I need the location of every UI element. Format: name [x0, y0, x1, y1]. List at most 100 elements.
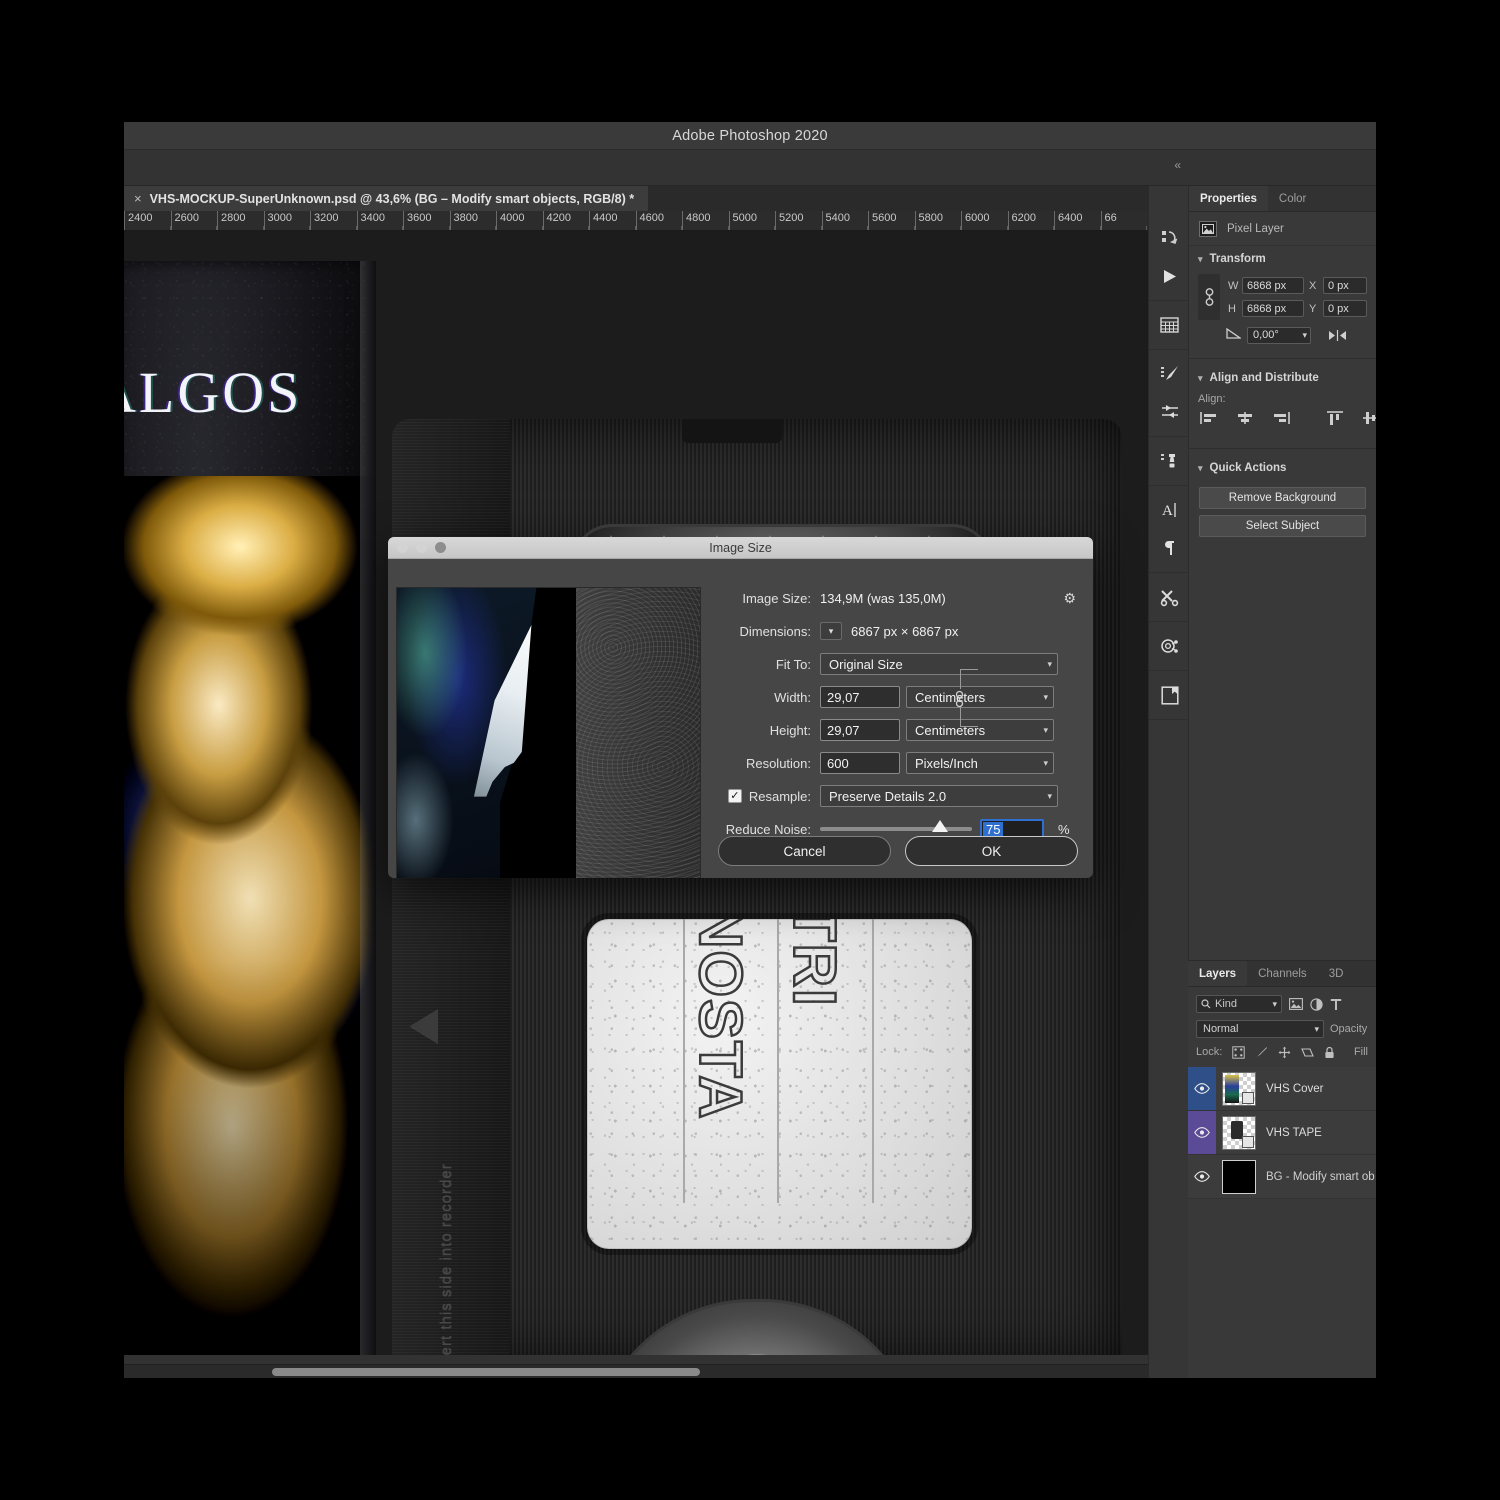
tab-properties[interactable]: Properties [1189, 186, 1268, 211]
tab-color[interactable]: Color [1268, 186, 1317, 211]
dock-group [1149, 437, 1190, 486]
transform-section-header[interactable]: ▾ Transform [1189, 246, 1376, 272]
horizontal-ruler[interactable]: 2400 2600 2800 3000 3200 3400 3600 3800 4000 4200… [124, 211, 1188, 231]
history-icon[interactable] [1150, 219, 1190, 257]
grid-table-icon[interactable] [1150, 306, 1190, 344]
chevron-down-icon: ▾ [1043, 757, 1048, 768]
gear-icon[interactable]: ⚙ [1063, 590, 1076, 607]
layer-visibility-toggle[interactable] [1188, 1155, 1216, 1198]
image-size-dialog[interactable]: Image Size do not touch Image Size: 134,… [388, 537, 1093, 878]
layer-visibility-toggle[interactable] [1188, 1111, 1216, 1154]
tool-presets-icon[interactable] [1150, 578, 1190, 616]
y-input[interactable]: 0 px [1323, 300, 1367, 317]
layer-visibility-toggle[interactable] [1188, 1067, 1216, 1110]
height-unit-select[interactable]: Centimeters ▾ [906, 719, 1054, 741]
image-preview[interactable]: do not touch [396, 587, 701, 878]
remove-background-button[interactable]: Remove Background [1199, 487, 1366, 509]
lock-position-icon[interactable] [1278, 1046, 1291, 1059]
panel-icon-dock[interactable]: A [1148, 186, 1190, 1378]
document-tabstrip: × VHS-MOCKUP-SuperUnknown.psd @ 43,6% (B… [124, 186, 1188, 211]
libraries-icon[interactable] [1150, 676, 1190, 714]
link-wh-icon[interactable] [1198, 274, 1220, 320]
ruler-tick: 2600 [170, 211, 218, 230]
x-input[interactable]: 0 px [1323, 277, 1367, 294]
paragraph-icon[interactable] [1150, 529, 1190, 567]
align-top-icon[interactable] [1326, 411, 1344, 430]
chevron-down-icon: ▾ [1047, 658, 1052, 669]
align-right-icon[interactable] [1272, 411, 1290, 430]
layer-thumbnail[interactable] [1222, 1115, 1256, 1150]
smart-object-badge-icon [1242, 1135, 1254, 1148]
dialog-height-input[interactable]: 29,07 [820, 719, 900, 741]
actions-play-icon[interactable] [1150, 257, 1190, 295]
window-controls[interactable] [397, 542, 446, 553]
dialog-width-input[interactable]: 29,07 [820, 686, 900, 708]
align-buttons-row[interactable] [1189, 411, 1376, 442]
width-input[interactable]: 6868 px [1242, 277, 1304, 294]
lock-transparency-icon[interactable] [1232, 1045, 1245, 1059]
close-window-button[interactable] [397, 542, 408, 553]
dock-group: A [1149, 486, 1190, 573]
maximize-window-button[interactable] [435, 542, 446, 553]
horizontal-scrollbar-thumb[interactable] [272, 1368, 700, 1376]
filter-type-icon[interactable] [1330, 998, 1342, 1011]
blend-mode-select[interactable]: Normal ▾ [1196, 1020, 1324, 1038]
reduce-noise-slider-track[interactable] [820, 820, 972, 832]
adjustments-icon[interactable] [1150, 393, 1190, 431]
align-center-vertical-icon[interactable] [1362, 411, 1376, 430]
minimize-window-button[interactable] [416, 542, 427, 553]
resample-checkbox[interactable]: ✓ [727, 789, 742, 803]
fit-to-select[interactable]: Original Size ▾ [820, 653, 1058, 675]
flip-buttons[interactable] [1327, 329, 1349, 342]
resample-method-select[interactable]: Preserve Details 2.0 ▾ [820, 785, 1058, 807]
align-center-horizontal-icon[interactable] [1236, 411, 1254, 430]
filter-kind-select[interactable]: Kind ▾ [1196, 995, 1282, 1013]
align-left-icon[interactable] [1200, 411, 1218, 430]
3d-icon[interactable] [1150, 627, 1190, 665]
clone-source-icon[interactable] [1150, 442, 1190, 480]
lock-all-icon[interactable] [1324, 1046, 1335, 1059]
width-unit-select[interactable]: Centimeters ▾ [906, 686, 1054, 708]
ruler-tick: 6000 [961, 211, 1008, 230]
tab-channels[interactable]: Channels [1247, 961, 1318, 986]
layer-thumbnail[interactable] [1222, 1071, 1256, 1106]
character-icon[interactable]: A [1150, 491, 1190, 529]
layer-row[interactable]: BG - Modify smart ob [1188, 1155, 1376, 1199]
bracket-top [960, 669, 978, 689]
reduce-noise-slider-thumb[interactable] [932, 820, 948, 832]
ruler-tick: 4200 [542, 211, 590, 230]
layer-kind-row: Pixel Layer [1189, 212, 1376, 246]
properties-panel-tabs[interactable]: Properties Color [1189, 186, 1376, 212]
lock-artboard-icon[interactable] [1301, 1046, 1315, 1059]
layer-thumbnail[interactable] [1222, 1159, 1256, 1194]
document-tab[interactable]: × VHS-MOCKUP-SuperUnknown.psd @ 43,6% (B… [124, 186, 649, 211]
fit-to-label: Fit To: [775, 656, 811, 672]
layer-row[interactable]: VHS TAPE [1188, 1111, 1376, 1155]
tab-channels-label: Channels [1258, 967, 1307, 980]
canvas-horizontal-scrollbar[interactable] [124, 1364, 1188, 1378]
brushes-icon[interactable] [1150, 355, 1190, 393]
close-icon[interactable]: × [134, 192, 142, 205]
resolution-input[interactable]: 600 [820, 752, 900, 774]
align-section-header[interactable]: ▾ Align and Distribute [1189, 365, 1376, 391]
angle-input[interactable]: 0,00° ▾ [1247, 326, 1311, 344]
tab-3d[interactable]: 3D [1318, 961, 1355, 986]
layer-row[interactable]: VHS Cover [1188, 1067, 1376, 1111]
filter-adjustment-icon[interactable] [1310, 997, 1323, 1011]
resample-check-group[interactable]: ✓ Resample: [718, 789, 820, 804]
options-bar[interactable] [124, 150, 1376, 186]
tab-layers[interactable]: Layers [1188, 961, 1248, 986]
quick-actions-section-header[interactable]: ▾ Quick Actions [1189, 455, 1376, 481]
filter-image-icon[interactable] [1289, 998, 1303, 1010]
ok-button[interactable]: OK [905, 836, 1078, 866]
resolution-unit-select[interactable]: Pixels/Inch ▾ [906, 752, 1054, 774]
cancel-button[interactable]: Cancel [718, 836, 891, 866]
layers-list[interactable]: VHS Cover VHS TAPE BG - Modify smart ob [1188, 1067, 1376, 1199]
layers-panel-tabs[interactable]: Layers Channels 3D [1188, 961, 1376, 987]
lock-image-brush-icon[interactable] [1255, 1046, 1268, 1059]
fit-to-row: Fit To: Original Size ▾ [718, 653, 1078, 675]
dimensions-disclosure-button[interactable]: ▾ [820, 622, 842, 640]
height-input[interactable]: 6868 px [1242, 300, 1304, 317]
select-subject-button[interactable]: Select Subject [1199, 515, 1366, 537]
collapse-panels-icon[interactable]: « [1174, 158, 1181, 172]
